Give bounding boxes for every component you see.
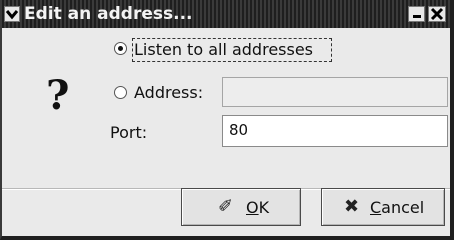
port-label: Port: [110, 123, 148, 142]
window-menu-button[interactable] [4, 6, 20, 22]
cancel-button[interactable]: ✖ Cancel [321, 188, 445, 226]
address-radio[interactable] [114, 86, 127, 99]
dialog-window: Edit an address... ? Listen to all addre… [0, 0, 454, 240]
port-field[interactable]: 80 [222, 115, 448, 147]
title-bar[interactable]: Edit an address... [2, 0, 450, 28]
listen-all-radio[interactable] [114, 42, 127, 55]
listen-all-label[interactable]: Listen to all addresses [134, 40, 313, 60]
close-x-icon [430, 7, 444, 21]
dialog-content: ? Listen to all addresses Address: Port:… [2, 28, 450, 236]
question-icon: ? [46, 72, 70, 119]
cancel-label: Cancel [370, 198, 425, 217]
address-label[interactable]: Address: [134, 83, 203, 103]
minimize-button[interactable] [408, 6, 425, 22]
ok-button[interactable]: ✐ OK [181, 188, 301, 226]
window-title: Edit an address... [24, 4, 193, 24]
x-cancel-icon: ✖ [344, 196, 360, 217]
checkmark-pen-icon: ✐ [218, 196, 234, 217]
chevron-down-icon [5, 10, 19, 20]
close-button[interactable] [428, 6, 446, 22]
address-field[interactable] [222, 77, 448, 107]
ok-label: OK [246, 198, 270, 217]
